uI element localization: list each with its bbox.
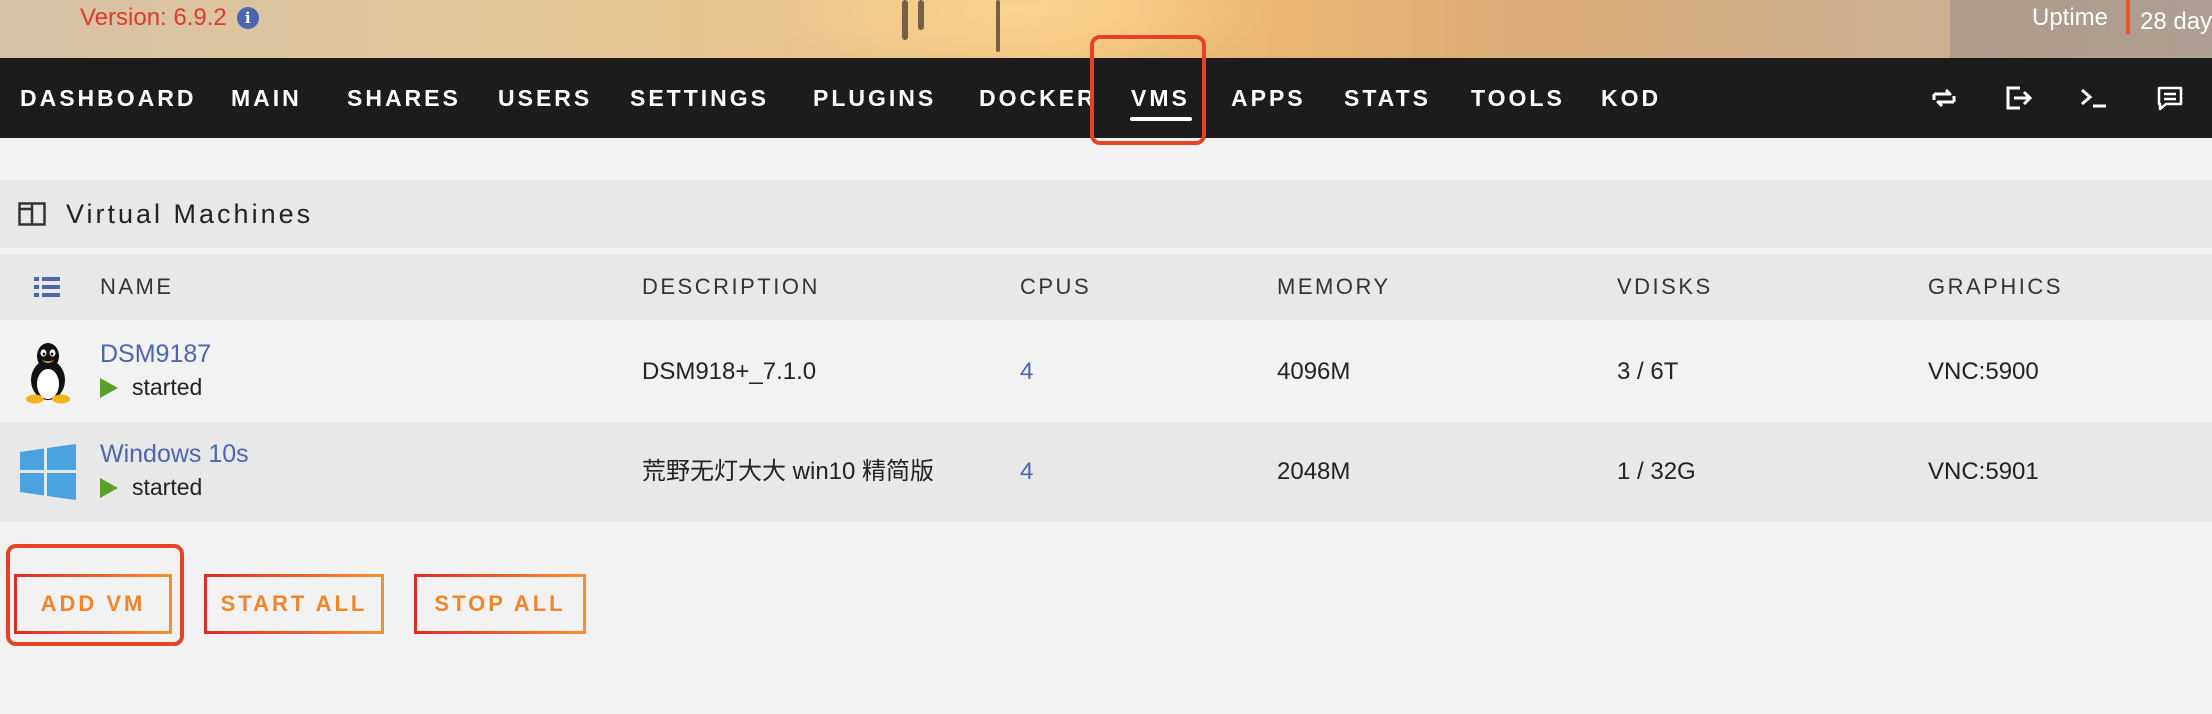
vm-state[interactable]: started [100, 374, 202, 401]
col-cpus: CPUS [1020, 274, 1092, 299]
start-all-button[interactable]: START ALL [204, 574, 384, 634]
vm-cpus-link[interactable]: 4 [1020, 322, 1033, 422]
nav-plugins[interactable]: PLUGINS [813, 58, 936, 138]
banner-figure [918, 0, 924, 30]
uptime-value: 28 day [2140, 8, 2212, 35]
nav-kod[interactable]: KOD [1601, 58, 1661, 138]
linux-tux-icon[interactable] [18, 340, 78, 404]
info-icon[interactable]: i [236, 7, 259, 29]
nav-docker[interactable]: DOCKER [979, 58, 1097, 138]
vm-vdisks: 3 / 6T [1617, 358, 1679, 385]
col-graphics: GRAPHICS [1928, 274, 2063, 299]
nav-shares[interactable]: SHARES [347, 58, 461, 138]
nav-settings[interactable]: SETTINGS [630, 58, 769, 138]
vm-cpus-link[interactable]: 4 [1020, 422, 1033, 522]
vm-description: 荒野无灯大大 win10 精简版 [642, 458, 935, 485]
vm-panel-header: Virtual Machines [0, 180, 2212, 248]
highlight-add-vm [6, 544, 184, 646]
col-vdisks: VDISKS [1617, 274, 1713, 299]
vm-name-link[interactable]: DSM9187 [100, 340, 211, 369]
version-text: Version: 6.9.2 [80, 4, 227, 31]
vm-graphics: VNC:5901 [1928, 458, 2039, 485]
vm-state-label: started [132, 474, 203, 500]
logout-icon[interactable] [2002, 82, 2034, 114]
terminal-icon[interactable] [2078, 82, 2110, 114]
uptime-divider [2126, 0, 2130, 34]
nav-stats[interactable]: STATS [1344, 58, 1431, 138]
nav-tools[interactable]: TOOLS [1471, 58, 1565, 138]
vm-graphics: VNC:5900 [1928, 358, 2039, 385]
banner-figure [902, 0, 908, 40]
vm-description: DSM918+_7.1.0 [642, 358, 817, 385]
table-row: Windows 10s started 荒野无灯大大 win10 精简版 4 2… [0, 422, 2212, 522]
banner-figure [996, 0, 1000, 52]
col-memory: MEMORY [1277, 274, 1391, 299]
highlight-vms-tab [1090, 35, 1206, 145]
col-description: DESCRIPTION [642, 274, 820, 299]
feedback-loop-icon[interactable] [1928, 82, 1960, 114]
table-row: DSM9187 started DSM918+_7.1.0 4 4096M 3 … [0, 322, 2212, 422]
play-icon [100, 377, 118, 398]
nav-apps[interactable]: APPS [1231, 58, 1306, 138]
nav-users[interactable]: USERS [498, 58, 592, 138]
play-icon [100, 477, 118, 498]
columns-icon [18, 202, 46, 226]
vm-state[interactable]: started [100, 474, 202, 501]
list-view-icon[interactable] [34, 276, 60, 298]
vm-vdisks: 1 / 32G [1617, 458, 1696, 485]
page-title: Virtual Machines [66, 199, 314, 229]
stop-all-button[interactable]: STOP ALL [414, 574, 586, 634]
vm-table-header: NAME DESCRIPTION CPUS MEMORY VDISKS GRAP… [0, 254, 2212, 320]
vm-state-label: started [132, 374, 203, 400]
vm-memory: 4096M [1277, 358, 1351, 385]
nav-main[interactable]: MAIN [231, 58, 302, 138]
vm-name-link[interactable]: Windows 10s [100, 440, 249, 469]
uptime-label: Uptime [2032, 4, 2109, 31]
windows-icon[interactable] [18, 440, 78, 504]
vm-memory: 2048M [1277, 458, 1351, 485]
col-name: NAME [100, 274, 174, 299]
nav-dashboard[interactable]: DASHBOARD [20, 58, 197, 138]
version-label: Version: 6.9.2 i [80, 4, 259, 32]
notes-icon[interactable] [2154, 82, 2186, 114]
